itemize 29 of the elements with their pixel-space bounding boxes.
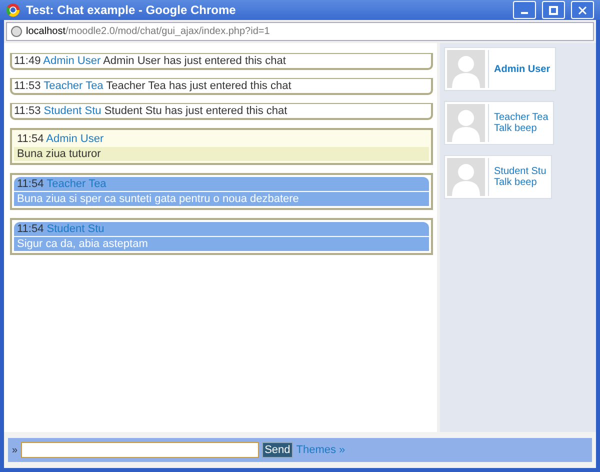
avatar-icon [447,50,489,88]
chat-event: 11:53 Student Stu Student Stu has just entered this chat [10,103,433,120]
address-bar[interactable]: localhost/moodle2.0/mod/chat/gui_ajax/index.php?id=1 [6,22,594,41]
minimize-button[interactable] [513,1,536,19]
prompt-marker: » [12,444,18,456]
message-text: Buna ziua tuturor [14,147,429,161]
send-button[interactable]: Send [262,442,294,458]
user-name: Student Stu [494,166,546,177]
chat-event: 11:49 Admin User Admin User has just entered this chat [10,53,433,70]
message-header: 11:54 Admin User [16,132,105,146]
user-name: Teacher Tea [494,112,548,123]
maximize-button[interactable] [542,1,565,19]
message-input[interactable] [20,442,259,458]
message-text: Sigur ca da, abia asteptam [14,237,429,251]
browser-logo-icon [6,3,20,17]
close-icon [578,6,587,14]
avatar-icon [447,158,489,196]
chat-event: 11:53 Teacher Tea Teacher Tea has just entered this chat [10,78,433,95]
close-button[interactable] [571,1,594,19]
window-title: Test: Chat example - Google Chrome [26,3,237,17]
message-text: Buna ziua si sper ca sunteti gata pentru o noua dezbatere [14,192,429,206]
minimize-icon [521,12,528,14]
message-header: 11:54 Student Stu [14,222,429,236]
beep-link[interactable]: Talk beep [494,177,546,188]
maximize-icon [549,6,558,14]
message-header: 11:54 Teacher Tea [14,177,429,191]
beep-link[interactable]: Talk beep [494,123,548,134]
avatar-icon [447,104,489,142]
user-name: Admin User [494,64,550,74]
